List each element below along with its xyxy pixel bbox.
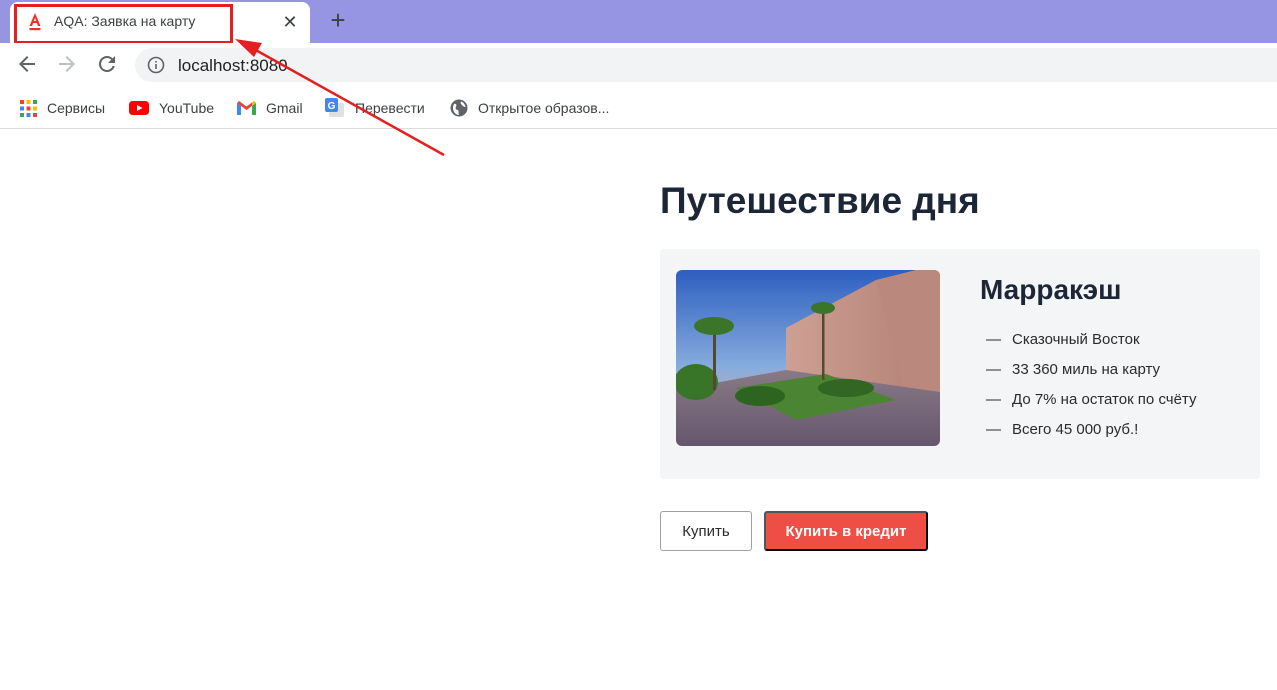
buy-button[interactable]: Купить [660, 511, 752, 551]
bookmark-translate[interactable]: G Перевести [325, 98, 425, 118]
marrakesh-photo [676, 270, 940, 446]
youtube-icon [129, 101, 149, 115]
buy-credit-button[interactable]: Купить в кредит [764, 511, 928, 551]
feature-list: — Сказочный Восток —33 360 миль на карту … [986, 331, 1196, 451]
city-name: Марракэш [980, 274, 1122, 305]
apps-grid-icon [20, 99, 37, 117]
dash-bullet: — [986, 421, 1001, 438]
list-item: — Сказочный Восток [986, 331, 1196, 361]
list-item: — 33 360 миль на карту [986, 361, 1196, 391]
list-item: — Всего 45 000 руб.! [986, 421, 1196, 451]
gmail-icon [237, 101, 256, 115]
back-icon[interactable] [15, 52, 39, 76]
close-tab-icon[interactable]: ✕ [280, 10, 300, 34]
page-title: Путешествие дня [660, 180, 980, 221]
browser-toolbar: localhost:8080 [0, 43, 1277, 89]
dash-bullet: — [986, 391, 1001, 408]
feature-text: До 7% на остаток по счёту [1012, 391, 1197, 408]
feature-text: Сказочный Восток [1012, 331, 1140, 348]
address-url: localhost:8080 [178, 56, 288, 75]
new-tab-button[interactable]: + [326, 7, 350, 33]
site-info-icon[interactable] [147, 56, 165, 74]
feature-text: 33 360 миль на карту [1012, 361, 1161, 378]
dash-bullet: — [986, 361, 1001, 378]
bookmark-services[interactable]: Сервисы [20, 98, 105, 118]
google-translate-icon: G [325, 98, 344, 117]
svg-text:G: G [328, 101, 336, 112]
bookmark-label: Gmail [266, 100, 303, 116]
globe-icon [450, 99, 468, 117]
bookmark-label: YouTube [159, 100, 215, 116]
bookmark-gmail[interactable]: Gmail [237, 98, 303, 118]
tab-strip: AQA: Заявка на карту ✕ + [0, 0, 1277, 44]
bookmark-label: Перевести [355, 100, 425, 116]
offer-card: Марракэш — Сказочный Восток — 33 360 миль … [660, 249, 1260, 479]
forward-icon[interactable] [55, 52, 79, 76]
list-item: — До 7% на остаток по счёту [986, 391, 1196, 421]
bookmark-label: Сервисы [47, 100, 106, 116]
reload-icon[interactable] [95, 52, 119, 76]
bookmarks-bar: Сервисы YouTube Gmail G Перевести Открыт… [0, 89, 1277, 129]
address-bar[interactable]: localhost:8080 [135, 48, 1277, 82]
feature-text: Всего 45 000 руб.! [1012, 421, 1139, 438]
dash-bullet: — [986, 331, 1001, 348]
bookmark-youtube[interactable]: YouTube [129, 98, 214, 118]
bookmark-open-education[interactable]: Открытое образов... [450, 98, 609, 118]
tab-title-highlight-box [14, 4, 233, 44]
bookmark-label: Открытое образов... [478, 100, 610, 116]
